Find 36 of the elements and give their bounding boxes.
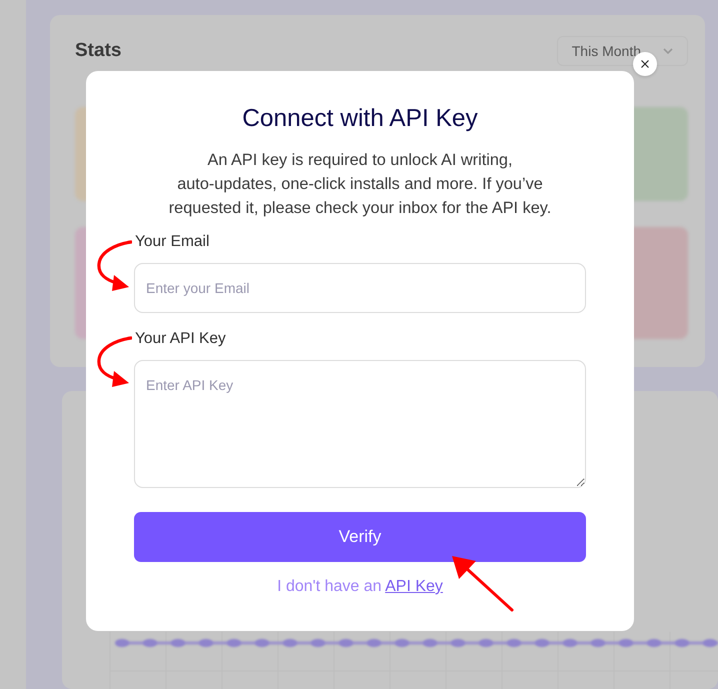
- data-point: [395, 639, 409, 647]
- data-point: [423, 639, 437, 647]
- api-key-link[interactable]: API Key: [385, 578, 443, 595]
- data-point: [619, 639, 633, 647]
- data-point: [675, 639, 689, 647]
- data-point: [507, 639, 521, 647]
- data-point: [563, 639, 577, 647]
- data-point: [311, 639, 325, 647]
- data-point: [339, 639, 353, 647]
- data-point: [479, 639, 493, 647]
- data-point: [591, 639, 605, 647]
- api-key-text-area[interactable]: Enter API Key: [134, 360, 586, 488]
- curved-arrow-icon: [96, 238, 132, 292]
- data-point: [171, 639, 185, 647]
- data-point: [255, 639, 269, 647]
- data-point: [283, 639, 297, 647]
- data-point: [703, 639, 717, 647]
- chevron-icon: [663, 48, 673, 54]
- data-point: [367, 639, 381, 647]
- data-point: [199, 639, 213, 647]
- no-api-key-text: I don't have an API Key: [276, 577, 444, 597]
- close-icon: [641, 60, 649, 68]
- email-field[interactable]: Enter your Email: [134, 263, 586, 313]
- curved-arrow-icon: [96, 334, 132, 388]
- stats-heading: Stats: [75, 40, 122, 62]
- data-point: [535, 639, 549, 647]
- data-point: [227, 639, 241, 647]
- dialog-title: Connect with API Key: [241, 104, 479, 134]
- field-label: Your Email: [135, 232, 210, 252]
- field-label: Your API Key: [135, 329, 227, 349]
- verify-button[interactable]: Verify: [134, 512, 586, 562]
- dialog-description: An API key is required to unlock AI writing, auto-updates, one-click installs and more. If you’ve requested it, please check your inbox for the API key.: [168, 150, 552, 219]
- data-point: [143, 639, 157, 647]
- data-point: [115, 639, 129, 647]
- data-point: [451, 639, 465, 647]
- data-point: [647, 639, 661, 647]
